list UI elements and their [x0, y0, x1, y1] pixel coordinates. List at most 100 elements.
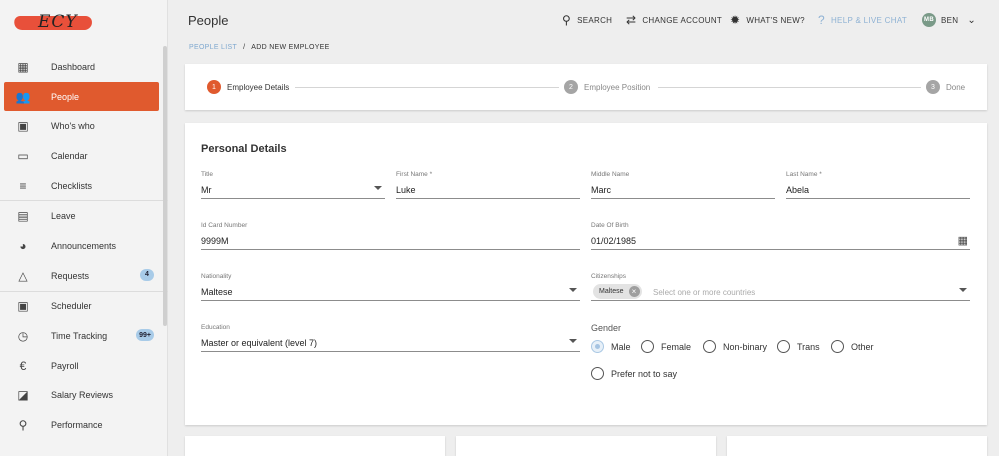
gender-radio-prefer-not-to-say[interactable]: Prefer not to say [591, 367, 677, 380]
middle-name-field[interactable]: Middle Name Marc [591, 171, 775, 199]
sidebar: ECY ▦ Dashboard 👥 People ▣ Who's who ▭ Calen… [0, 0, 168, 456]
checklist-icon: ≡ [19, 178, 27, 193]
sidebar-item-checklists[interactable]: ≡ Checklists [0, 171, 168, 201]
timer-icon: ◷ [17, 329, 29, 344]
breadcrumb: PEOPLE LIST / ADD NEW EMPLOYEE [189, 44, 330, 51]
radio-label: Other [851, 341, 874, 352]
search-button[interactable]: ⚲ SEARCH [562, 13, 612, 27]
gender-radio-non-binary[interactable]: Non-binary [703, 340, 767, 353]
citizenships-placeholder: Select one or more countries [653, 288, 756, 297]
sidebar-item-whos-who[interactable]: ▣ Who's who [0, 111, 168, 141]
gender-radio-female[interactable]: Female [641, 340, 691, 353]
search-icon: ⚲ [562, 13, 572, 27]
radio-circle [831, 340, 844, 353]
whats-new-button[interactable]: ✹ WHAT'S NEW? [730, 13, 805, 27]
title-select[interactable]: Title Mr [201, 171, 385, 199]
breadcrumb-current: ADD NEW EMPLOYEE [251, 44, 330, 51]
step-connector [658, 87, 921, 88]
stepper: 1 Employee Details 2 Employee Position 3 Do… [185, 64, 987, 110]
citizenships-select[interactable]: Citizenships Maltese × Select one or more… [591, 273, 970, 301]
sidebar-item-time-tracking[interactable]: ◷ Time Tracking 99+ [0, 321, 168, 351]
gender-radio-other[interactable]: Other [831, 340, 874, 353]
salary-review-icon: ◪ [17, 388, 29, 403]
sidebar-item-label: Scheduler [51, 301, 92, 312]
sidebar-item-label: Time Tracking [51, 331, 108, 342]
sidebar-item-scheduler[interactable]: ▣ Scheduler [0, 292, 168, 322]
id-card-field[interactable]: Id Card Number 9999M [201, 222, 580, 250]
radio-label: Male [611, 341, 631, 352]
gender-radio-trans[interactable]: Trans [777, 340, 820, 353]
field-label: First Name * [396, 171, 433, 178]
step-done[interactable]: 3 Done [926, 80, 965, 94]
dashboard-icon: ▦ [17, 59, 29, 74]
sidebar-item-label: Dashboard [51, 61, 96, 72]
scheduler-icon: ▣ [17, 299, 29, 314]
sidebar-item-label: Announcements [51, 240, 117, 251]
field-value: Abela [786, 185, 810, 195]
field-label: Middle Name [591, 171, 630, 178]
user-menu[interactable]: MB BEN ⌄ [922, 13, 976, 27]
sidebar-item-announcements[interactable]: ◕ Announcements [0, 231, 168, 261]
announcement-badge-icon: ✹ [730, 13, 741, 27]
bottom-card-1 [185, 436, 445, 456]
step-number: 2 [564, 80, 578, 94]
date-of-birth-field[interactable]: Date Of Birth 01/02/1985 ▦ [591, 222, 970, 250]
first-name-field[interactable]: First Name * Luke [396, 171, 580, 199]
sidebar-item-performance[interactable]: ⚲ Performance [0, 410, 168, 440]
dropdown-arrow-icon [569, 339, 577, 343]
people-icon: 👥 [15, 89, 31, 104]
sidebar-item-people[interactable]: 👥 People [4, 81, 159, 112]
step-employee-position[interactable]: 2 Employee Position [564, 80, 650, 94]
field-value: Master or equivalent (level 7) [201, 338, 318, 348]
radio-circle [703, 340, 716, 353]
chip-remove-icon[interactable]: × [628, 286, 640, 297]
sidebar-item-requests[interactable]: △ Requests 4 [0, 261, 168, 291]
dropdown-arrow-icon [569, 288, 577, 292]
citizenship-chip[interactable]: Maltese × [593, 284, 642, 299]
logo-text: ECY [38, 12, 78, 32]
sidebar-item-leave[interactable]: ▤ Leave [0, 201, 168, 231]
sidebar-item-calendar[interactable]: ▭ Calendar [0, 141, 168, 171]
radio-circle [591, 340, 604, 353]
avatar: MB [922, 13, 936, 27]
sidebar-item-label: Checklists [51, 180, 93, 191]
gender-radio-male[interactable]: Male [591, 340, 631, 353]
sidebar-item-dashboard[interactable]: ▦ Dashboard [0, 52, 168, 82]
radio-circle [777, 340, 790, 353]
sidebar-item-label: Who's who [51, 121, 95, 132]
sidebar-item-salary-reviews[interactable]: ◪ Salary Reviews [0, 381, 168, 411]
chevron-down-icon: ⌄ [967, 14, 977, 26]
education-select[interactable]: Education Master or equivalent (level 7) [201, 324, 580, 352]
sidebar-item-label: Salary Reviews [51, 390, 114, 401]
page-title: People [188, 13, 229, 28]
dropdown-arrow-icon [374, 186, 382, 190]
contact-card-icon: ▣ [17, 119, 29, 134]
radio-label: Non-binary [723, 341, 768, 352]
search-label: SEARCH [577, 15, 613, 25]
app-logo[interactable]: ECY [12, 12, 94, 36]
help-chat-button[interactable]: ? HELP & LIVE CHAT [818, 13, 907, 27]
step-employee-details[interactable]: 1 Employee Details [207, 80, 289, 94]
radio-label: Prefer not to say [611, 368, 678, 379]
field-label: Nationality [201, 273, 232, 280]
sidebar-scrollbar[interactable] [163, 46, 167, 326]
swap-icon: ⇄ [626, 13, 637, 27]
help-icon: ? [818, 13, 825, 27]
step-label: Employee Details [227, 82, 290, 92]
step-number: 1 [207, 80, 221, 94]
bottom-card-2 [456, 436, 716, 456]
breadcrumb-separator: / [243, 44, 246, 51]
nationality-select[interactable]: Nationality Maltese [201, 273, 580, 301]
radio-circle [591, 367, 604, 380]
field-label: Title [201, 171, 214, 178]
running-icon: ⚲ [18, 418, 28, 433]
last-name-field[interactable]: Last Name * Abela [786, 171, 970, 199]
change-account-button[interactable]: ⇄ CHANGE ACCOUNT [626, 13, 722, 27]
top-header: People ⚲ SEARCH ⇄ CHANGE ACCOUNT ✹ WHAT'S N… [168, 0, 999, 40]
sidebar-item-payroll[interactable]: € Payroll [0, 351, 168, 381]
calendar-icon[interactable]: ▦ [958, 234, 968, 247]
field-label: Last Name * [786, 171, 822, 178]
time-tracking-badge: 99+ [136, 329, 154, 342]
field-value: Marc [591, 185, 611, 195]
breadcrumb-people-list[interactable]: PEOPLE LIST [189, 44, 237, 51]
